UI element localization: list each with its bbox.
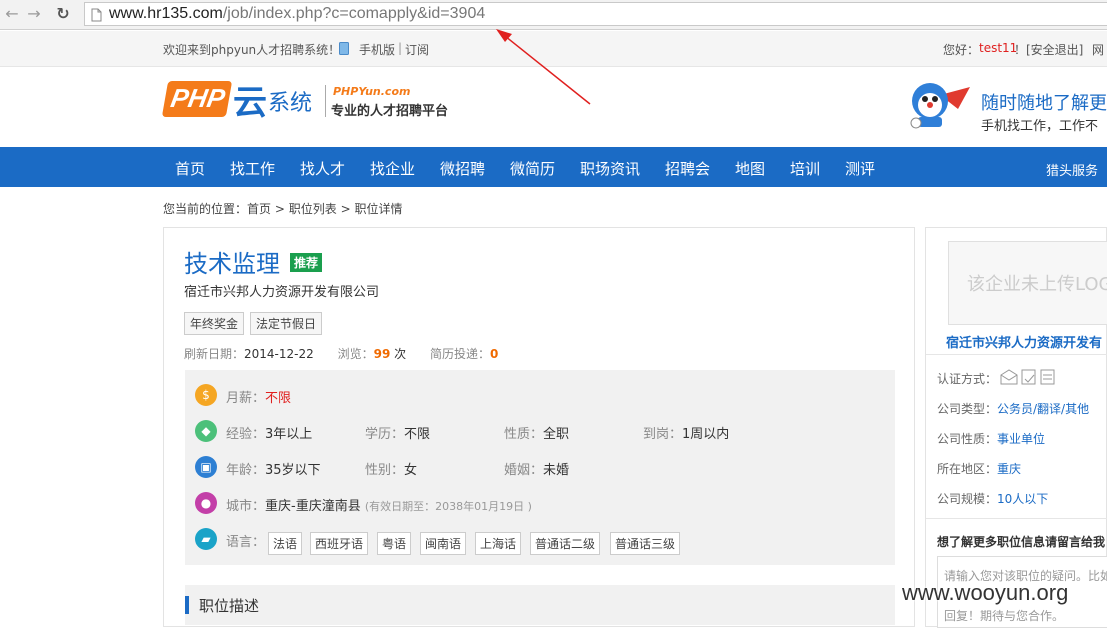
sidebar-company-link[interactable]: 宿迁市兴邦人力资源开发有 [946,332,1102,351]
breadcrumb-job-list[interactable]: 职位列表 [289,202,337,216]
logo-slogan: 专业的人才招聘平台 [331,104,449,119]
nav-item-job-fair[interactable]: 招聘会 [665,158,710,179]
back-icon[interactable]: ← [2,4,22,24]
company-name-link[interactable]: 宿迁市兴邦人力资源开发有限公司 [184,281,379,300]
promo-sub: 手机找工作，工作不 [981,119,1099,134]
breadcrumb: 您当前的位置：首页 > 职位列表 > 职位详情 [163,202,403,216]
language-tag: 上海话 [475,532,522,555]
job-stats: 刷新日期：2014-12-22 浏览：99 次 简历投递：0 [184,347,499,361]
license-cert-icon [1021,369,1036,385]
annotation-arrow [496,29,591,105]
language-tag: 西班牙语 [310,532,369,555]
chat-bubble-icon: ▰ [195,528,217,550]
message-heading: 想了解更多职位信息请留言给我 [937,535,1106,549]
watermark: www.wooyun.org [902,580,1069,605]
company-region-value: 重庆 [997,462,1022,476]
salary-icon: $ [195,384,217,406]
language-tag: 闽南语 [420,532,467,555]
nav-item-companies[interactable]: 找企业 [370,158,415,179]
email-cert-icon [1000,369,1018,385]
nav-item-assessment[interactable]: 测评 [845,158,875,179]
logo-php-box[interactable]: PHP [161,81,233,117]
username-link[interactable]: test11 [979,41,1017,55]
url-text: www.hr135.com/job/index.php?c=comapply&i… [109,5,486,22]
promo-title: 随时随地了解更 [981,93,1107,114]
job-detail-card: 技术监理 推荐 宿迁市兴邦人力资源开发有限公司 年终奖金 法定节假日 刷新日期：… [163,227,915,627]
mobile-link[interactable]: 手机版 [359,41,395,58]
mascot-icon [910,83,970,129]
nav-item-headhunter[interactable]: 猎头服务 [1046,160,1098,179]
job-title: 技术监理 [184,250,280,278]
language-tag: 普通话三级 [610,532,681,555]
nav-item-map[interactable]: 地图 [735,158,765,179]
nav-item-training[interactable]: 培训 [790,158,820,179]
nav-item-jobs[interactable]: 找工作 [230,158,275,179]
company-type-value: 公务员/翻译/其他 [997,402,1090,416]
company-logo-placeholder: 该企业未上传LOG [948,241,1107,325]
description-section: 职位描述 [185,585,895,625]
address-bar[interactable]: www.hr135.com/job/index.php?c=comapply&i… [84,2,1107,26]
language-tag: 普通话二级 [530,532,601,555]
language-tag: 粤语 [377,532,412,555]
benefit-tag: 法定节假日 [250,312,323,335]
nav-item-talent[interactable]: 找人才 [300,158,345,179]
topbar-cut-link[interactable]: 网 [1092,41,1104,58]
nav-item-home[interactable]: 首页 [175,158,205,179]
breadcrumb-job-detail: 职位详情 [354,202,403,216]
mobile-icon [339,42,349,55]
page-icon [91,8,102,22]
forward-icon[interactable]: → [24,4,44,24]
welcome-text: 欢迎来到phpyun人才招聘系统！ [163,43,341,57]
view-count: 99 [373,347,391,361]
city-value: 重庆-重庆潼南县 [265,499,361,514]
nav-item-micro-recruit[interactable]: 微招聘 [440,158,485,179]
company-nature-value: 事业单位 [997,432,1046,446]
logo-site: PHPYun.com [333,85,411,98]
nav-item-news[interactable]: 职场资讯 [580,158,640,179]
briefcase-icon: ▣ [195,456,217,478]
salary-value: 不限 [265,391,292,406]
greeting-text: 您好： [943,43,980,57]
id-cert-icon [1040,369,1055,385]
breadcrumb-home[interactable]: 首页 [247,202,271,216]
company-sidebar: 该企业未上传LOG 宿迁市兴邦人力资源开发有 认证方式： 公司类型：公务员/翻译… [925,227,1107,628]
logo-system: 系统 [268,91,313,116]
reload-icon[interactable]: ↻ [53,4,73,24]
certification-icons [1000,369,1055,385]
tag-icon: ◆ [195,420,217,442]
logout-link[interactable]: ！[安全退出] [1014,41,1083,58]
nav-item-micro-resume[interactable]: 微简历 [510,158,555,179]
description-heading: 职位描述 [199,597,260,615]
main-nav: 首页 找工作 找人才 找企业 微招聘 微简历 职场资讯 招聘会 地图 培训 测评… [0,147,1107,187]
language-tag: 法语 [268,532,303,555]
location-pin-icon: ● [195,492,217,514]
subscribe-link[interactable]: 订阅 [405,41,429,58]
logo-yun: 云 [233,83,267,123]
company-size-value: 10人以下 [997,492,1049,506]
recommend-badge: 推荐 [290,253,323,272]
benefit-tag: 年终奖金 [184,312,245,335]
resume-count: 0 [490,347,499,361]
